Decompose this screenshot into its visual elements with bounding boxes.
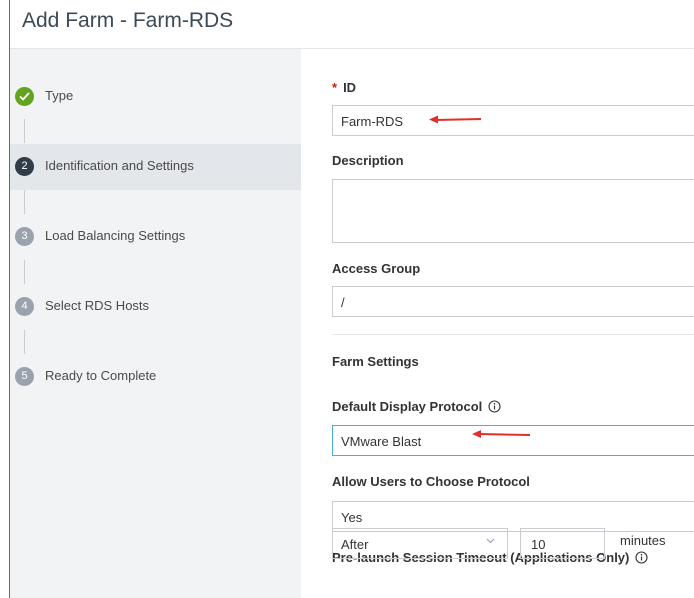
wizard-steps-sidebar: Type 2 Identification and Settings 3 Loa… xyxy=(10,49,301,598)
step-connector xyxy=(24,119,25,143)
access-group-value: / xyxy=(341,295,345,310)
step-identification-and-settings[interactable]: 2 Identification and Settings xyxy=(10,144,301,190)
step-number: 5 xyxy=(15,367,34,386)
dialog-header: Add Farm - Farm-RDS xyxy=(10,0,694,49)
step-select-rds-hosts[interactable]: 4 Select RDS Hosts xyxy=(10,284,301,330)
minutes-unit-label: minutes xyxy=(620,533,666,548)
step-label: Identification and Settings xyxy=(45,158,194,173)
required-marker: * xyxy=(332,80,338,95)
form-panel: * ID Farm-RDS Description Access Group / … xyxy=(301,49,694,598)
step-connector xyxy=(24,190,25,214)
step-number: 3 xyxy=(15,227,34,246)
description-textarea[interactable] xyxy=(332,179,694,243)
step-connector xyxy=(24,330,25,354)
chevron-down-icon xyxy=(486,538,495,544)
step-number: 2 xyxy=(15,157,34,176)
allow-users-value: Yes xyxy=(341,510,363,525)
check-icon xyxy=(15,87,34,106)
step-label: Select RDS Hosts xyxy=(45,298,150,313)
id-value: Farm-RDS xyxy=(341,114,404,129)
step-load-balancing-settings[interactable]: 3 Load Balancing Settings xyxy=(10,214,301,260)
id-label: * ID xyxy=(332,80,357,95)
red-arrow-annotation xyxy=(472,430,531,438)
farm-settings-heading: Farm Settings xyxy=(332,354,419,369)
red-arrow-annotation xyxy=(429,115,482,124)
id-input[interactable]: Farm-RDS xyxy=(332,105,694,136)
allow-users-label: Allow Users to Choose Protocol xyxy=(332,474,530,489)
protocol-value: VMware Blast xyxy=(341,434,422,449)
step-connector xyxy=(24,260,25,284)
info-icon[interactable] xyxy=(488,400,501,413)
protocol-label: Default Display Protocol xyxy=(332,399,501,414)
prelaunch-minutes-value: 10 xyxy=(531,537,546,552)
step-number: 4 xyxy=(15,297,34,316)
step-label: Ready to Complete xyxy=(45,368,157,383)
step-ready-to-complete[interactable]: 5 Ready to Complete xyxy=(10,354,301,400)
prelaunch-minutes-input[interactable]: 10 xyxy=(520,528,605,559)
prelaunch-timeout-select[interactable]: After xyxy=(332,528,508,559)
description-label: Description xyxy=(332,153,404,168)
access-group-label: Access Group xyxy=(332,261,421,276)
access-group-select[interactable]: / xyxy=(332,286,694,317)
info-icon[interactable] xyxy=(635,551,648,564)
step-type[interactable]: Type xyxy=(10,74,301,120)
section-divider xyxy=(332,334,694,335)
wizard-dialog: Add Farm - Farm-RDS Type 2 Identificatio… xyxy=(9,0,694,598)
prelaunch-select-value: After xyxy=(341,537,369,552)
step-label: Load Balancing Settings xyxy=(45,228,186,243)
dialog-title: Add Farm - Farm-RDS xyxy=(22,9,234,32)
step-label: Type xyxy=(45,88,74,103)
